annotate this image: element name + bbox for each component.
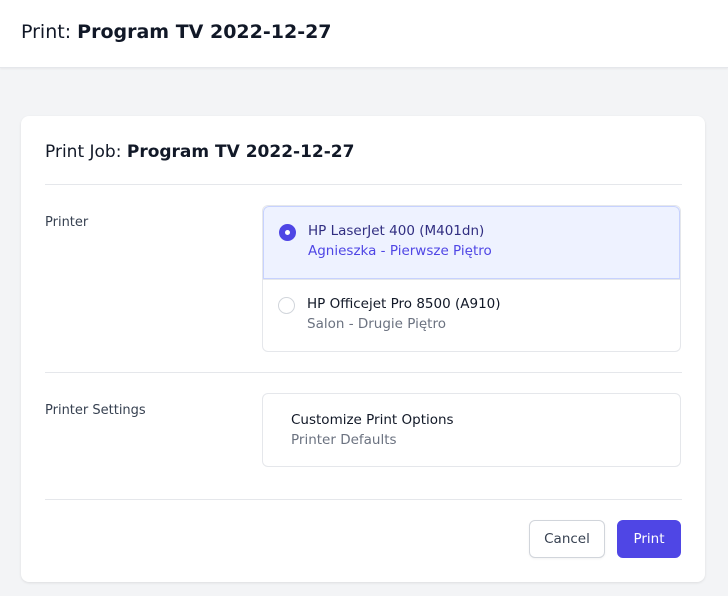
cancel-button[interactable]: Cancel (529, 520, 605, 558)
print-job-card: Print Job: Program TV 2022-12-27 Printer… (21, 116, 705, 582)
page-title-prefix: Print: (21, 21, 72, 43)
print-button[interactable]: Print (617, 520, 681, 558)
print-job-title-name: Program TV 2022-12-27 (126, 142, 355, 162)
settings-subtitle: Printer Defaults (291, 432, 397, 448)
printer-radio-group: HP LaserJet 400 (M401dn) Agnieszka - Pie… (262, 205, 681, 352)
print-job-title-prefix: Print Job: (45, 142, 122, 162)
printer-name: HP LaserJet 400 (M401dn) (308, 223, 485, 239)
divider (45, 372, 682, 373)
printer-location: Salon - Drugie Piętro (307, 316, 446, 332)
top-bar: Print: Program TV 2022-12-27 (0, 0, 728, 68)
printer-option-laserjet[interactable]: HP LaserJet 400 (M401dn) Agnieszka - Pie… (263, 206, 680, 279)
divider (45, 499, 682, 500)
radio-selected-icon[interactable] (279, 224, 296, 241)
printer-settings-label: Printer Settings (45, 403, 146, 418)
printer-option-officejet[interactable]: HP Officejet Pro 8500 (A910) Salon - Dru… (263, 279, 680, 351)
radio-unselected-icon[interactable] (278, 297, 295, 314)
page-title-name: Program TV 2022-12-27 (77, 21, 332, 43)
print-job-title: Print Job: Program TV 2022-12-27 (45, 141, 354, 163)
settings-title: Customize Print Options (291, 412, 454, 428)
printer-name: HP Officejet Pro 8500 (A910) (307, 296, 501, 312)
page-title: Print: Program TV 2022-12-27 (21, 20, 332, 44)
divider (45, 184, 682, 185)
customize-print-options-button[interactable]: Customize Print Options Printer Defaults (262, 393, 681, 467)
printer-label: Printer (45, 215, 89, 230)
printer-location: Agnieszka - Pierwsze Piętro (308, 243, 492, 259)
